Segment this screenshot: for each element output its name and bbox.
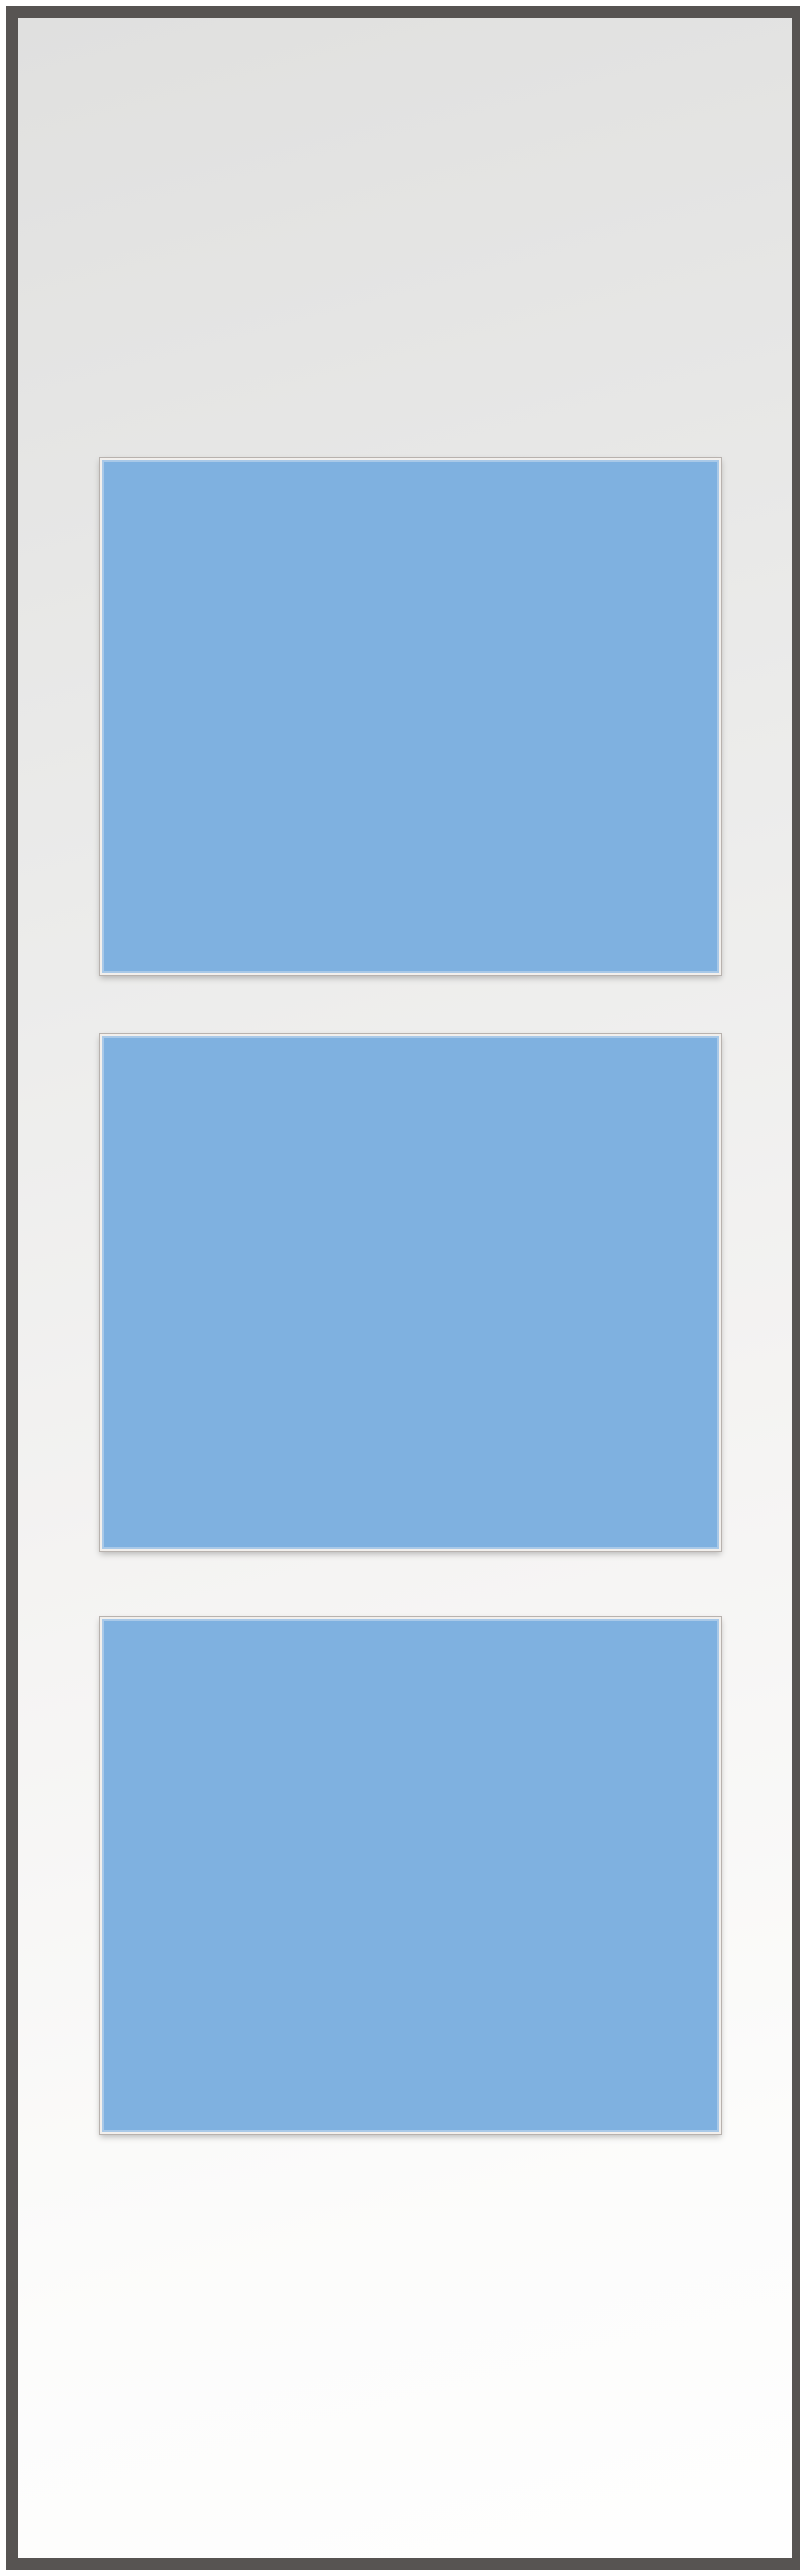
- outer-frame: [6, 6, 800, 2570]
- blue-panel-2: [100, 1034, 721, 1551]
- blue-panel-1: [100, 458, 721, 975]
- blue-panel-3: [100, 1617, 721, 2134]
